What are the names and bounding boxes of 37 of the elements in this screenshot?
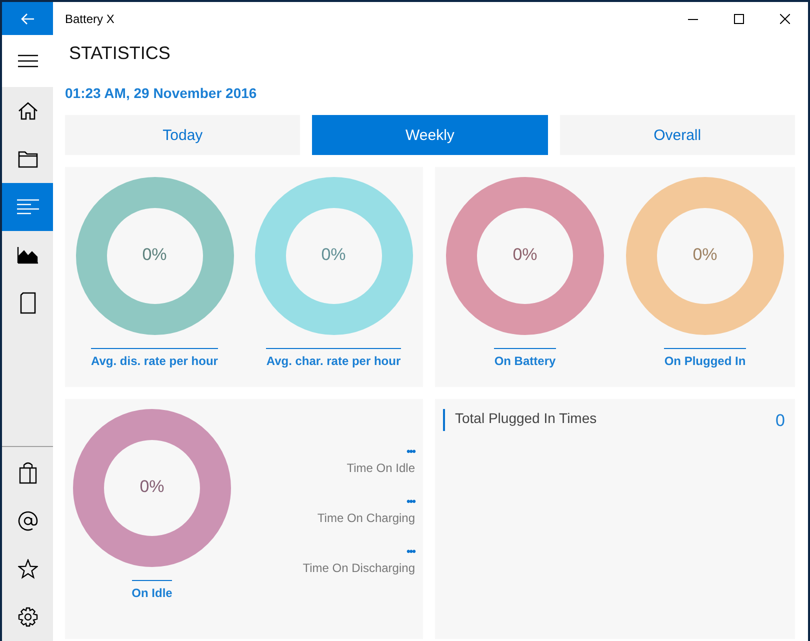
stat-label: Time On Charging — [317, 511, 415, 525]
at-sign-icon — [18, 511, 38, 531]
tab[interactable]: Today — [65, 115, 300, 155]
stat-value: ••• — [406, 445, 415, 459]
percent-text: 0% — [141, 245, 168, 265]
bag-icon — [18, 462, 36, 484]
folder-icon — [18, 150, 38, 168]
lines-icon — [16, 199, 38, 215]
settings-icon — [18, 607, 38, 627]
home-icon — [18, 101, 38, 121]
ring-label: On Plugged In — [664, 348, 746, 368]
ring-label: On Idle — [132, 580, 172, 600]
percent-text: 0% — [320, 245, 347, 265]
ring-label: On Battery — [494, 348, 556, 368]
maximize-icon — [734, 14, 744, 24]
stat-value: ••• — [406, 495, 415, 509]
stat-label: Time On Discharging — [302, 561, 415, 575]
ring-label: Avg. dis. rate per hour — [91, 348, 218, 368]
back-arrow-icon — [20, 12, 34, 24]
stat-value: 0 — [776, 411, 785, 431]
area-chart-icon — [16, 246, 38, 264]
page-title: STATISTICS — [68, 42, 172, 65]
stat-label: Time On Idle — [346, 461, 415, 475]
window-title: Battery X — [65, 12, 114, 26]
menu-icon — [18, 54, 38, 68]
percent-text: 0% — [138, 477, 166, 497]
percent-text: 0% — [692, 245, 718, 265]
tab[interactable]: Weekly — [312, 115, 548, 155]
star-icon — [18, 559, 38, 579]
tablet-icon — [20, 292, 36, 314]
close-icon — [780, 14, 790, 24]
stat-value: ••• — [406, 545, 415, 559]
date-text: 01:23 AM, 29 November 2016 — [65, 85, 258, 103]
percent-text: 0% — [512, 245, 538, 265]
stat-label: Total Plugged In Times — [443, 409, 597, 431]
ring-label: Avg. char. rate per hour — [266, 348, 401, 368]
tab[interactable]: Overall — [560, 115, 795, 155]
